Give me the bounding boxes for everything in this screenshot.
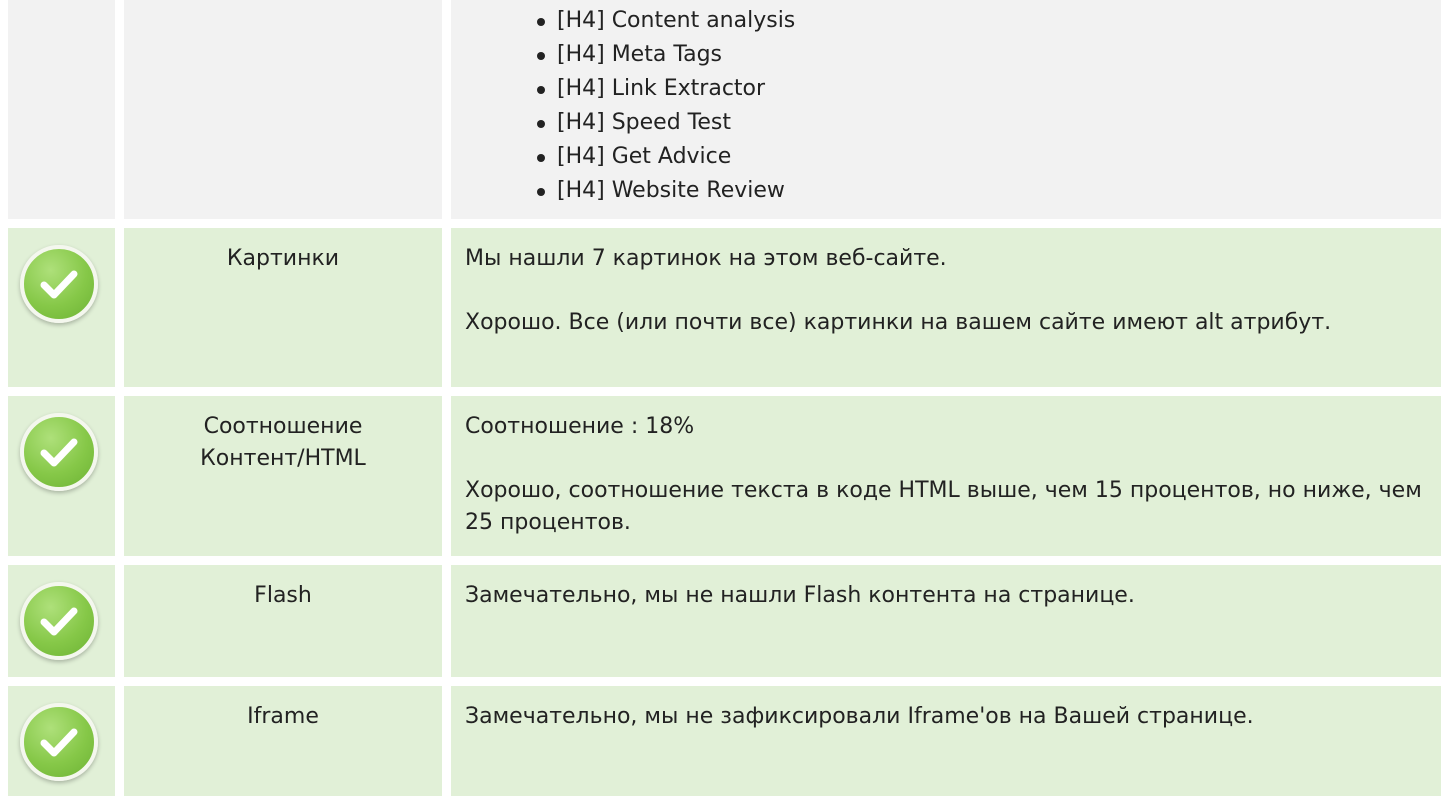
check-label: Соотношение Контент/HTML	[200, 414, 366, 471]
check-row-images: Картинки Мы нашли 7 картинок на этом веб…	[0, 228, 1448, 387]
check-label: Flash	[254, 583, 312, 608]
headings-row: [H4] Content analysis [H4] Meta Tags [H4…	[0, 0, 1448, 219]
check-row-iframe: Iframe Замечательно, мы не зафиксировали…	[0, 686, 1448, 796]
check-label: Картинки	[226, 246, 340, 271]
check-description: Замечательно, мы не зафиксировали Iframe…	[465, 701, 1429, 733]
check-label-cell: Соотношение Контент/HTML	[124, 396, 442, 556]
headings-status-cell	[8, 0, 115, 219]
check-circle-icon	[20, 703, 98, 781]
status-cell	[8, 565, 115, 677]
check-body-cell: Замечательно, мы не зафиксировали Iframe…	[451, 686, 1441, 796]
heading-list: [H4] Content analysis [H4] Meta Tags [H4…	[537, 4, 795, 208]
check-row-content-ratio: Соотношение Контент/HTML Соотношение : 1…	[0, 396, 1448, 556]
check-circle-icon	[20, 582, 98, 660]
status-cell	[8, 686, 115, 796]
seo-report: [H4] Content analysis [H4] Meta Tags [H4…	[0, 0, 1448, 796]
heading-list-item: [H4] Content analysis	[537, 4, 795, 38]
check-circle-icon	[20, 413, 98, 491]
headings-body-cell: [H4] Content analysis [H4] Meta Tags [H4…	[451, 0, 1441, 219]
check-text-line: Замечательно, мы не нашли Flash контента…	[465, 583, 1135, 608]
check-text-line: Мы нашли 7 картинок на этом веб-сайте.	[465, 246, 947, 271]
heading-list-item: [H4] Website Review	[537, 174, 795, 208]
status-cell	[8, 396, 115, 556]
check-text-line: Соотношение : 18%	[465, 414, 695, 439]
check-circle-icon	[20, 245, 98, 323]
check-label: Iframe	[247, 704, 319, 729]
check-description: Соотношение : 18% Хорошо, соотношение те…	[465, 411, 1429, 539]
check-text-line: Замечательно, мы не зафиксировали Iframe…	[465, 704, 1254, 729]
heading-list-item: [H4] Link Extractor	[537, 72, 795, 106]
check-text-line: Хорошо. Все (или почти все) картинки на …	[465, 310, 1332, 335]
check-text-line: Хорошо, соотношение текста в коде HTML в…	[465, 478, 1422, 535]
heading-list-item: [H4] Speed Test	[537, 106, 795, 140]
check-row-flash: Flash Замечательно, мы не нашли Flash ко…	[0, 565, 1448, 677]
check-label-cell: Iframe	[124, 686, 442, 796]
heading-list-item: [H4] Meta Tags	[537, 38, 795, 72]
check-label-cell: Картинки	[124, 228, 442, 387]
check-label-cell: Flash	[124, 565, 442, 677]
check-body-cell: Соотношение : 18% Хорошо, соотношение те…	[451, 396, 1441, 556]
headings-label-cell	[124, 0, 442, 219]
check-description: Замечательно, мы не нашли Flash контента…	[465, 580, 1429, 612]
check-body-cell: Мы нашли 7 картинок на этом веб-сайте. Х…	[451, 228, 1441, 387]
check-body-cell: Замечательно, мы не нашли Flash контента…	[451, 565, 1441, 677]
heading-list-item: [H4] Get Advice	[537, 140, 795, 174]
status-cell	[8, 228, 115, 387]
check-description: Мы нашли 7 картинок на этом веб-сайте. Х…	[465, 243, 1429, 339]
